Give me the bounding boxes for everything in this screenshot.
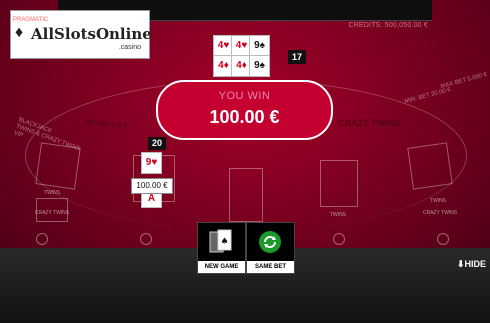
same-bet-label: SAME BET [247, 261, 294, 273]
twins-label: TWINS [329, 212, 347, 218]
bet-slot[interactable] [229, 168, 263, 222]
bet-slot[interactable] [35, 142, 81, 190]
new-game-button[interactable]: ♠ NEW GAME [197, 222, 246, 274]
min-bet-label: MIN. BET 20.00 € [404, 86, 452, 106]
player-score: 20 [148, 137, 166, 150]
win-amount: 100.00 € [209, 107, 280, 127]
logo-suffix: .casino [118, 44, 141, 51]
hide-button[interactable]: ⬇HIDE [457, 259, 486, 270]
dealer-card: 9♠ [249, 55, 270, 77]
bet-slot[interactable] [320, 160, 358, 207]
player-bet: 100.00 € [131, 178, 173, 194]
dealer-score: 17 [288, 50, 306, 64]
dealer-card: 9♠ [249, 35, 270, 57]
twins-label: TWINS [43, 190, 61, 196]
bet-slot[interactable] [407, 142, 453, 190]
dealer-hand: 4♥ 4♥ 9♠ 4♦ 4♦ 9♠ [213, 35, 287, 77]
logo-brand: AllSlotsOnline [31, 25, 152, 43]
player-card: 9♥ [141, 152, 162, 174]
win-banner: YOU WIN 100.00 € [156, 80, 333, 140]
repeat-icon [258, 229, 282, 255]
chip-icon [36, 233, 48, 245]
max-bet-label: MAX BET 5.000 € [440, 71, 488, 91]
provider-label: PRAGMATIC [13, 17, 49, 23]
crazy-twins-label: CRAZY TWINS [34, 210, 70, 216]
new-game-label: NEW GAME [198, 261, 245, 273]
chip-icon [437, 233, 449, 245]
crazy-twins-label: CRAZY TWINS [422, 210, 458, 216]
svg-text:♠: ♠ [220, 237, 228, 247]
win-label: YOU WIN [218, 90, 271, 102]
cards-icon: ♠ [209, 229, 233, 255]
site-logo: PRAGMATIC ♦ AllSlotsOnline .casino [10, 10, 152, 59]
same-bet-button[interactable]: SAME BET [246, 222, 295, 274]
chip-icon [140, 233, 152, 245]
crazy-twins-logo: CRAZY TWINS [337, 118, 401, 128]
chip-icon [333, 233, 345, 245]
twins-label: TWINS [429, 198, 447, 204]
credits-display: CREDITS: 500,050.00 € [348, 22, 428, 29]
diamond-icon: ♦ [15, 24, 24, 41]
